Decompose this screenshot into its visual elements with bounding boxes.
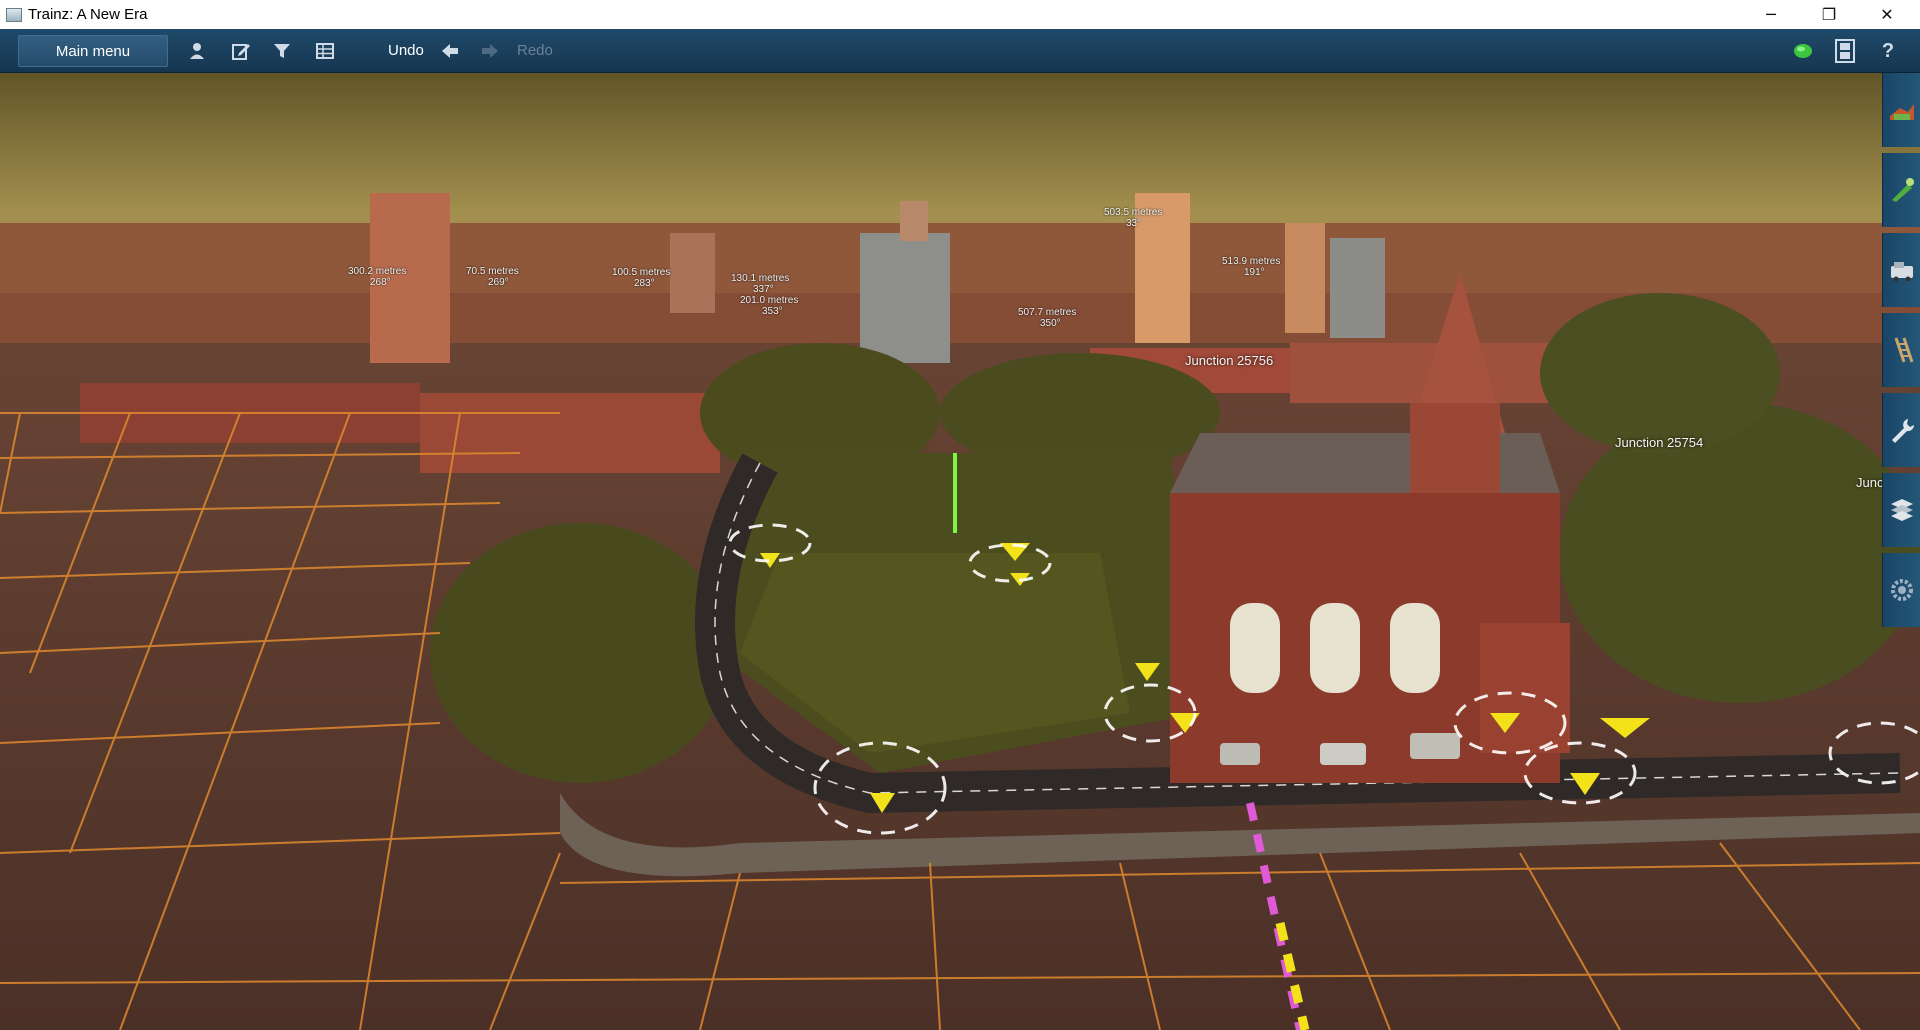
help-icon[interactable]: ?	[1874, 37, 1902, 65]
grid-table-icon[interactable]	[311, 37, 339, 65]
redo-label[interactable]: Redo	[517, 42, 553, 59]
window-title: Trainz: A New Era	[28, 6, 148, 23]
redo-arrow-icon[interactable]	[476, 37, 504, 65]
distance-label: 513.9 metres 191°	[1222, 256, 1281, 278]
topology-tool-button[interactable]	[1882, 73, 1920, 147]
paint-tool-button[interactable]	[1882, 153, 1920, 227]
app-icon	[6, 7, 22, 22]
distance-label: 70.5 metres 269°	[466, 266, 519, 288]
editor-toolbar: Main menu Undo Redo ?	[0, 29, 1920, 73]
objects-tool-icon	[1890, 262, 1913, 282]
window-title-bar: Trainz: A New Era ─ ❐ ✕	[0, 0, 1920, 29]
track-tool-icon	[1894, 337, 1913, 363]
minimize-button[interactable]: ─	[1748, 0, 1794, 29]
layers-icon	[1890, 499, 1913, 521]
distance-label: 503.5 metres 33°	[1104, 207, 1163, 229]
distance-label: 300.2 metres 268°	[348, 266, 407, 288]
distance-label: 201.0 metres 353°	[740, 295, 799, 317]
settings-button[interactable]	[1882, 553, 1920, 627]
close-button[interactable]: ✕	[1864, 0, 1910, 29]
layers-button[interactable]	[1882, 473, 1920, 547]
distance-label: 100.5 metres 283°	[612, 267, 671, 289]
status-dot-icon	[1789, 37, 1817, 65]
tools-button[interactable]	[1882, 393, 1920, 467]
filter-icon[interactable]	[268, 37, 296, 65]
maximize-button[interactable]: ❐	[1806, 0, 1852, 29]
edit-icon[interactable]	[227, 37, 255, 65]
tool-sidebar	[1882, 73, 1920, 633]
tools-wrench-icon	[1891, 419, 1914, 443]
junction-label[interactable]: Junction 25756	[1185, 353, 1273, 368]
film-strip-icon[interactable]	[1831, 37, 1859, 65]
junction-label[interactable]: Junction 25754	[1615, 435, 1703, 450]
distance-label: 507.7 metres 350°	[1018, 307, 1077, 329]
undo-label[interactable]: Undo	[388, 42, 424, 59]
topology-tool-icon	[1889, 104, 1914, 120]
main-menu-button[interactable]: Main menu	[18, 35, 168, 67]
settings-gear-icon	[1890, 579, 1913, 601]
distance-label: 130.1 metres 337°	[731, 273, 790, 295]
paint-tool-icon	[1891, 178, 1914, 202]
3d-viewport[interactable]: 300.2 metres 268° 70.5 metres 269° 100.5 m…	[0, 73, 1920, 1030]
undo-arrow-icon[interactable]	[436, 37, 464, 65]
objects-tool-button[interactable]	[1882, 233, 1920, 307]
junction-label[interactable]: Junc	[1856, 475, 1883, 490]
track-tool-button[interactable]	[1882, 313, 1920, 387]
driver-icon[interactable]	[183, 37, 211, 65]
scene-illustration	[0, 73, 1920, 1030]
